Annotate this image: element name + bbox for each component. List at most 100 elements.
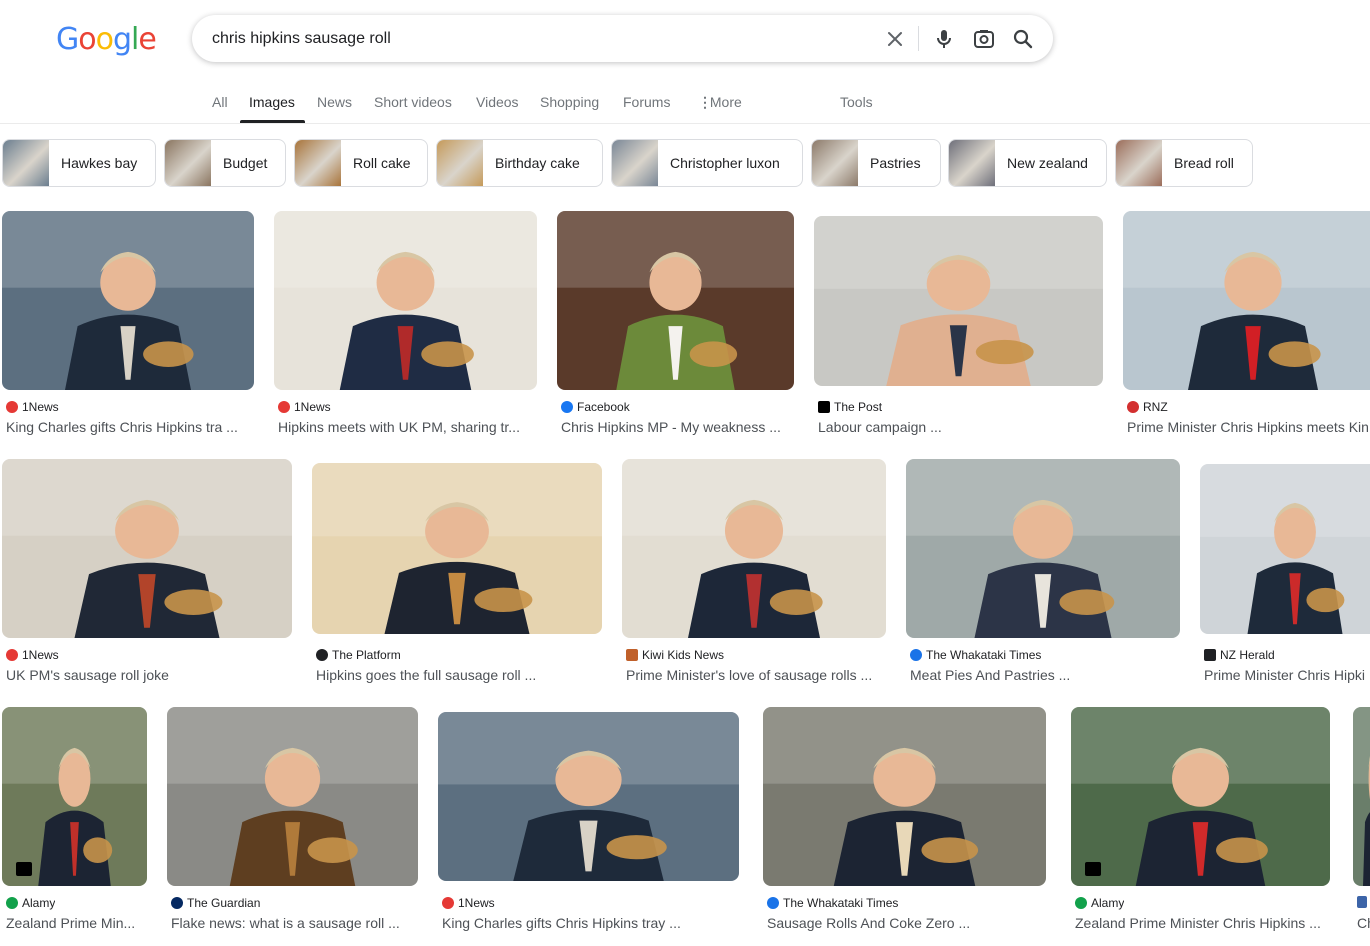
tab-short-videos[interactable]: Short videos bbox=[374, 94, 452, 110]
chip-budget[interactable]: Budget bbox=[164, 139, 286, 187]
thumbnail-art bbox=[763, 707, 1046, 886]
image-result[interactable]: RNZ Prime Minister Chris Hipkins meets K… bbox=[1123, 211, 1370, 441]
google-logo[interactable]: Google bbox=[56, 22, 157, 57]
image-result[interactable]: Kiwi Kids News Prime Minister's love of … bbox=[622, 459, 886, 689]
image-result[interactable]: 1News UK PM's sausage roll joke bbox=[2, 459, 292, 689]
close-icon[interactable] bbox=[883, 27, 907, 51]
image-result[interactable]: NZ Herald Prime Minister Chris Hipki bbox=[1200, 459, 1370, 689]
result-thumbnail[interactable] bbox=[763, 707, 1046, 886]
result-thumbnail[interactable] bbox=[2, 459, 292, 638]
image-result[interactable]: Alamy Zealand Prime Min... bbox=[2, 707, 147, 943]
result-title[interactable]: King Charles gifts Chris Hipkins tray ..… bbox=[442, 915, 737, 931]
result-thumbnail[interactable] bbox=[2, 211, 254, 390]
thumbnail-art bbox=[1200, 464, 1370, 634]
result-source: The Post bbox=[818, 400, 882, 414]
result-thumbnail[interactable] bbox=[1071, 707, 1330, 886]
chip-thumbnail bbox=[812, 140, 858, 186]
result-thumbnail[interactable] bbox=[167, 707, 418, 886]
result-thumbnail[interactable] bbox=[274, 211, 537, 390]
result-title[interactable]: Meat Pies And Pastries ... bbox=[910, 667, 1178, 683]
search-input[interactable] bbox=[212, 27, 852, 51]
tab-forums[interactable]: Forums bbox=[623, 94, 670, 110]
image-result[interactable]: The Whakataki Times Sausage Rolls And Co… bbox=[763, 707, 1046, 943]
result-title[interactable]: Zealand Prime Minister Chris Hipkins ... bbox=[1075, 915, 1328, 931]
tab-more[interactable]: ⋮ More bbox=[698, 94, 742, 111]
result-thumbnail[interactable] bbox=[1200, 464, 1370, 634]
result-thumbnail[interactable] bbox=[557, 211, 794, 390]
result-source: Alamy bbox=[6, 896, 55, 910]
result-title[interactable]: Ch bbox=[1357, 915, 1370, 931]
source-favicon bbox=[626, 649, 638, 661]
chip-thumbnail bbox=[295, 140, 341, 186]
chip-hawkes-bay[interactable]: Hawkes bay bbox=[2, 139, 156, 187]
source-favicon bbox=[278, 401, 290, 413]
chip-christopher-luxon[interactable]: Christopher luxon bbox=[611, 139, 803, 187]
search-tabs: All Images News Short videos Videos Shop… bbox=[0, 86, 1370, 124]
result-source: The Whakataki Times bbox=[767, 896, 898, 910]
result-title[interactable]: Prime Minister Chris Hipki bbox=[1204, 667, 1370, 683]
result-thumbnail[interactable] bbox=[622, 459, 886, 638]
image-result[interactable]: 1News Hipkins meets with UK PM, sharing … bbox=[274, 211, 537, 441]
chip-label: Pastries bbox=[870, 155, 921, 171]
result-title[interactable]: Flake news: what is a sausage roll ... bbox=[171, 915, 416, 931]
chip-label: Bread roll bbox=[1174, 155, 1234, 171]
image-result[interactable]: The Whakataki Times Meat Pies And Pastri… bbox=[906, 459, 1180, 689]
result-thumbnail[interactable] bbox=[1123, 211, 1370, 390]
tab-videos[interactable]: Videos bbox=[476, 94, 519, 110]
result-thumbnail[interactable] bbox=[2, 707, 147, 886]
thumbnail-art bbox=[622, 459, 886, 638]
tab-tools[interactable]: Tools bbox=[840, 94, 873, 110]
result-title[interactable]: Prime Minister's love of sausage rolls .… bbox=[626, 667, 884, 683]
image-result[interactable]: 1News King Charles gifts Chris Hipkins t… bbox=[438, 707, 739, 943]
chip-label: Budget bbox=[223, 155, 268, 171]
tab-news[interactable]: News bbox=[317, 94, 352, 110]
result-title[interactable]: Chris Hipkins MP - My weakness ... bbox=[561, 419, 792, 435]
chip-new-zealand[interactable]: New zealand bbox=[948, 139, 1107, 187]
result-title[interactable]: Zealand Prime Min... bbox=[6, 915, 146, 931]
search-icon[interactable] bbox=[1011, 27, 1035, 51]
result-thumbnail[interactable] bbox=[438, 712, 739, 881]
result-title[interactable]: UK PM's sausage roll joke bbox=[6, 667, 290, 683]
result-thumbnail[interactable] bbox=[906, 459, 1180, 638]
tab-shopping[interactable]: Shopping bbox=[540, 94, 599, 110]
result-thumbnail[interactable] bbox=[312, 463, 602, 634]
image-result[interactable]: 1News King Charles gifts Chris Hipkins t… bbox=[2, 211, 254, 441]
chip-thumbnail bbox=[3, 140, 49, 186]
result-title[interactable]: Hipkins meets with UK PM, sharing tr... bbox=[278, 419, 535, 435]
result-title[interactable]: Hipkins goes the full sausage roll ... bbox=[316, 667, 600, 683]
result-source: Kiwi Kids News bbox=[626, 648, 724, 662]
thumbnail-art bbox=[274, 211, 537, 390]
source-name: The Post bbox=[834, 400, 883, 414]
result-source: The Guardian bbox=[171, 896, 260, 910]
chip-birthday-cake[interactable]: Birthday cake bbox=[436, 139, 603, 187]
result-title[interactable]: Sausage Rolls And Coke Zero ... bbox=[767, 915, 1044, 931]
result-source: 1News bbox=[442, 896, 495, 910]
result-source: NZ Herald bbox=[1204, 648, 1275, 662]
result-thumbnail[interactable] bbox=[1353, 707, 1370, 886]
tab-more-label: More bbox=[709, 94, 742, 110]
result-source: Facebook bbox=[561, 400, 630, 414]
result-source: 1News bbox=[6, 400, 59, 414]
source-name: The Platform bbox=[332, 648, 401, 662]
image-result[interactable]: The Post Labour campaign ... bbox=[814, 211, 1103, 441]
tab-all[interactable]: All bbox=[212, 94, 228, 110]
result-title[interactable]: King Charles gifts Chris Hipkins tra ... bbox=[6, 419, 252, 435]
result-thumbnail[interactable] bbox=[814, 216, 1103, 386]
result-source: RNZ bbox=[1127, 400, 1168, 414]
image-result[interactable]: The Guardian Flake news: what is a sausa… bbox=[167, 707, 418, 943]
image-result[interactable]: Facebook Chris Hipkins MP - My weakness … bbox=[557, 211, 794, 441]
result-title[interactable]: Prime Minister Chris Hipkins meets Kin bbox=[1127, 419, 1370, 435]
image-result[interactable]: Ch bbox=[1353, 707, 1370, 943]
chip-bread-roll[interactable]: Bread roll bbox=[1115, 139, 1253, 187]
chip-roll-cake[interactable]: Roll cake bbox=[294, 139, 428, 187]
mic-icon[interactable] bbox=[932, 27, 956, 51]
source-favicon bbox=[1357, 896, 1367, 908]
source-favicon bbox=[171, 897, 183, 909]
source-name: Alamy bbox=[22, 896, 56, 910]
chip-pastries[interactable]: Pastries bbox=[811, 139, 941, 187]
tab-images[interactable]: Images bbox=[249, 94, 295, 110]
image-result[interactable]: Alamy Zealand Prime Minister Chris Hipki… bbox=[1071, 707, 1330, 943]
camera-lens-icon[interactable] bbox=[972, 27, 996, 51]
image-result[interactable]: The Platform Hipkins goes the full sausa… bbox=[312, 459, 602, 689]
result-title[interactable]: Labour campaign ... bbox=[818, 419, 1101, 435]
